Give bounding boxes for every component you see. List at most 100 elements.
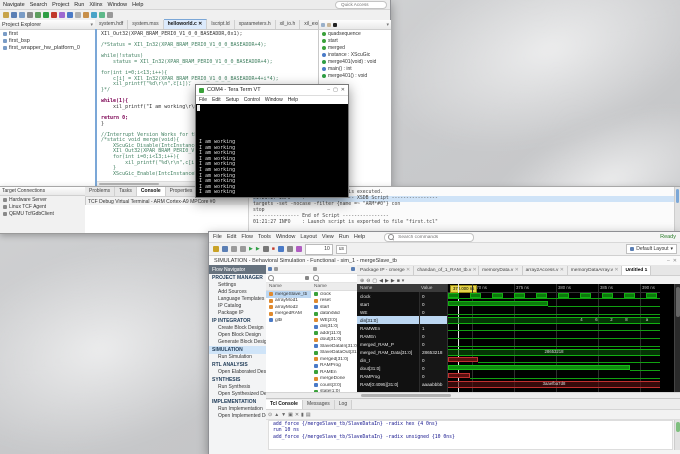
scope-collapse-icon[interactable]: [274, 267, 278, 271]
target-connection-item[interactable]: Hardware Server: [0, 196, 85, 203]
wave-tab-memorydataarray-v[interactable]: memoryDataArray.v ✕: [567, 266, 623, 275]
debug-icon[interactable]: [35, 12, 41, 18]
outline-sort-icon[interactable]: [321, 22, 325, 27]
menu-item-run[interactable]: Run: [339, 234, 349, 240]
menu-item-layout[interactable]: Layout: [300, 234, 317, 240]
console-output[interactable]: [85, 205, 248, 233]
menu-item-file[interactable]: File: [199, 97, 207, 103]
editor-tab-xil_io.h[interactable]: xil_io.h: [275, 20, 301, 29]
flow-item-run-implementation[interactable]: Run Implementation: [209, 406, 266, 413]
flow-section-simulation[interactable]: SIMULATION: [209, 346, 266, 354]
queue-icon[interactable]: ▤: [306, 411, 311, 419]
log-vscrollbar[interactable]: [674, 187, 680, 233]
maximize-icon[interactable]: ▢: [333, 87, 338, 93]
console-tab-problems[interactable]: Problems: [85, 187, 116, 196]
clear-icon[interactable]: ✕: [295, 411, 299, 419]
outline-hide-icon[interactable]: [333, 22, 337, 27]
quick-access-input[interactable]: [339, 1, 383, 8]
link-icon[interactable]: [91, 12, 97, 18]
tab-close-icon[interactable]: ✕: [513, 268, 519, 273]
tcl-console-output[interactable]: add_force {/mergeSlave_tb/SlaveDataIn} -…: [268, 420, 673, 450]
target-connection-item[interactable]: QEMU TcfGdbClient: [0, 210, 85, 217]
wave-tab-chandan-of-1-ram-tb-v[interactable]: chandan_of_1_RAM_tb.v ✕: [414, 266, 480, 275]
explorer-item[interactable]: first_wrapper_hw_platform_0: [0, 44, 95, 51]
outline-item[interactable]: merged: [319, 44, 391, 51]
wave-tab-array2access-v[interactable]: array2Access.v ✕: [522, 266, 568, 275]
scope-settings-icon[interactable]: [268, 267, 272, 271]
menu-item-edit[interactable]: Edit: [227, 234, 236, 240]
tcl-tab-log[interactable]: Log: [334, 400, 353, 409]
outline-item[interactable]: main() : int: [319, 65, 391, 72]
menu-item-xilinx[interactable]: Xilinx: [89, 2, 102, 8]
scroll-bottom-icon[interactable]: ▼: [281, 411, 286, 419]
outline-item[interactable]: merge401() : void: [319, 72, 391, 79]
menu-item-window[interactable]: Window: [265, 97, 283, 103]
flow-item-run-synthesis[interactable]: Run Synthesis: [209, 384, 266, 391]
restart-icon[interactable]: ▶: [256, 246, 260, 252]
wave-signal-name[interactable]: RAMWEn: [357, 324, 419, 332]
flow-item-open-implemented-design[interactable]: Open Implemented Design: [209, 413, 277, 420]
wave-signal-name[interactable]: merged_RAM_Data[31:0]: [357, 348, 419, 356]
wave-signal-name[interactable]: din[31:0]: [357, 316, 419, 324]
wave-signal-name[interactable]: RAM[0:4095][31:0]: [357, 380, 419, 388]
wave-signal-name[interactable]: RAMProg: [357, 372, 419, 380]
new-icon[interactable]: [3, 12, 9, 18]
outline-item[interactable]: merge401(void) : void: [319, 58, 391, 65]
step-icon[interactable]: [67, 12, 73, 18]
editor-tab-lscript.ld[interactable]: lscript.ld: [207, 20, 235, 29]
menu-item-help[interactable]: Help: [132, 2, 143, 8]
menu-item-project[interactable]: Project: [52, 2, 69, 8]
run-icon[interactable]: ▶: [249, 246, 253, 252]
outline-menu-icon[interactable]: ▾: [386, 22, 389, 28]
flow-section-rtl-analysis[interactable]: RTL ANALYSIS: [209, 361, 266, 369]
outline-item[interactable]: instance : XScuGic: [319, 51, 391, 58]
flow-item-ip-catalog[interactable]: IP Catalog: [209, 303, 266, 310]
panel-minimize-icon[interactable]: –: [667, 258, 670, 264]
flow-item-create-block-design[interactable]: Create Block Design: [209, 325, 266, 332]
save-icon[interactable]: [11, 12, 17, 18]
tab-close-icon[interactable]: ✕: [197, 21, 202, 27]
search-icon[interactable]: [75, 12, 81, 18]
stop-icon[interactable]: [51, 12, 57, 18]
save-all-icon[interactable]: [19, 12, 25, 18]
menu-item-edit[interactable]: Edit: [212, 97, 221, 103]
menu-item-file[interactable]: File: [213, 234, 222, 240]
flow-item-package-ip[interactable]: Package IP: [209, 310, 266, 317]
command-search-input[interactable]: [396, 233, 471, 241]
flow-section-ip-integrator[interactable]: IP INTEGRATOR: [209, 317, 266, 325]
outline-filter-icon[interactable]: [327, 22, 331, 27]
external-tools-icon[interactable]: [99, 12, 105, 18]
profile-icon[interactable]: [59, 12, 65, 18]
target-connection-item[interactable]: Linux TCF Agent: [0, 203, 85, 210]
close-icon[interactable]: ✕: [341, 87, 345, 93]
flow-section-implementation[interactable]: IMPLEMENTATION: [209, 398, 266, 406]
search-icon[interactable]: ⊙: [268, 411, 272, 419]
step-icon[interactable]: [277, 246, 284, 252]
menu-item-search[interactable]: Search: [30, 2, 47, 8]
panel-close-icon[interactable]: ✕: [673, 258, 677, 264]
wave-signal-name[interactable]: start: [357, 300, 419, 308]
editor-tab-helloworld.c[interactable]: helloworld.c ✕: [163, 19, 208, 29]
console-tab-console[interactable]: Console: [136, 187, 166, 196]
wave-canvas[interactable]: 370 ns 375 ns 380 ns 385 ns 390 ns 370.000 ns…: [447, 284, 660, 393]
scroll-top-icon[interactable]: ▲: [274, 411, 279, 419]
overflow-icon[interactable]: [107, 12, 113, 18]
menu-item-setup[interactable]: Setup: [226, 97, 239, 103]
scope-item[interactable]: glbl: [266, 317, 311, 324]
flow-section-project-manager[interactable]: PROJECT MANAGER: [209, 274, 266, 282]
console-tab-tasks[interactable]: Tasks: [115, 187, 137, 196]
pause-output-icon[interactable]: ▮: [301, 411, 304, 419]
explorer-item[interactable]: first: [0, 30, 95, 37]
save-icon[interactable]: [222, 246, 228, 252]
wave-signal-name[interactable]: merged_RAM_P: [357, 340, 419, 348]
relaunch-icon[interactable]: [286, 246, 293, 252]
run-icon[interactable]: [43, 12, 49, 18]
redo-icon[interactable]: [240, 246, 246, 252]
undo-icon[interactable]: [231, 246, 237, 252]
editor-tab-system.hdf[interactable]: system.hdf: [95, 20, 129, 29]
menu-item-flow[interactable]: Flow: [241, 234, 253, 240]
pause-icon[interactable]: [262, 246, 269, 252]
wave-tab-untitled-1[interactable]: Untitled 1: [622, 266, 652, 275]
scope-filter-icon[interactable]: [305, 276, 309, 280]
tab-close-icon[interactable]: ✕: [613, 268, 618, 273]
